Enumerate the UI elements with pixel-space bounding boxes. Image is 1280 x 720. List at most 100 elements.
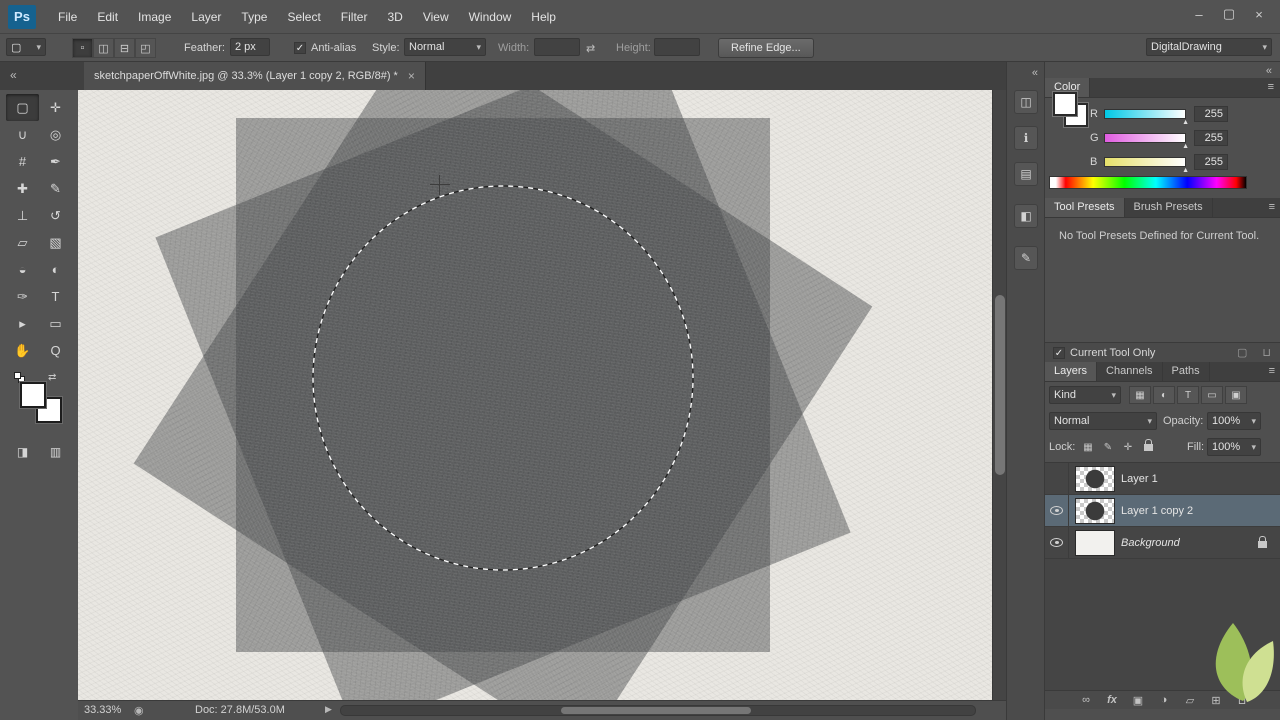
filter-shape-layers-icon[interactable]: ▭ xyxy=(1201,386,1223,404)
filter-pixel-layers-icon[interactable]: ▦ xyxy=(1129,386,1151,404)
subtract-from-selection-button[interactable]: ⊟ xyxy=(114,38,135,58)
eyedropper-tool[interactable]: ✒ xyxy=(39,148,72,175)
histogram-panel-icon[interactable]: ▤ xyxy=(1014,162,1038,186)
layer-row-layer1[interactable]: Layer 1 xyxy=(1045,462,1280,495)
blue-slider[interactable]: ▲ xyxy=(1104,157,1189,174)
add-layer-mask-icon[interactable]: ▣ xyxy=(1125,694,1151,707)
tab-layers[interactable]: Layers xyxy=(1045,362,1098,381)
slider-handle-icon[interactable]: ▲ xyxy=(1182,143,1189,150)
minimize-button[interactable]: – xyxy=(1184,2,1214,26)
visibility-toggle[interactable] xyxy=(1045,494,1069,527)
horizontal-scrollbar-thumb[interactable] xyxy=(561,707,751,714)
tab-paths[interactable]: Paths xyxy=(1162,362,1210,381)
height-input[interactable] xyxy=(654,38,700,56)
panel-menu-icon[interactable]: ≡ xyxy=(1268,81,1274,93)
lock-position-icon[interactable]: ✛ xyxy=(1119,438,1137,456)
slider-handle-icon[interactable]: ▲ xyxy=(1182,119,1189,126)
new-preset-icon[interactable]: ▢ xyxy=(1237,347,1247,359)
visibility-toggle[interactable] xyxy=(1045,526,1069,559)
menu-type[interactable]: Type xyxy=(231,0,277,34)
refine-edge-button[interactable]: Refine Edge... xyxy=(718,38,814,58)
menu-3d[interactable]: 3D xyxy=(377,0,412,34)
zoom-tool[interactable]: Q xyxy=(39,337,72,364)
rectangular-marquee-tool[interactable]: ▢ xyxy=(6,94,39,121)
width-input[interactable] xyxy=(534,38,580,56)
brush-tool[interactable]: ✎ xyxy=(39,175,72,202)
layer-thumbnail[interactable] xyxy=(1075,529,1115,556)
layer-name[interactable]: Layer 1 xyxy=(1121,473,1158,485)
filter-adjustment-layers-icon[interactable]: ◐ xyxy=(1153,386,1175,404)
new-adjustment-layer-icon[interactable]: ◑ xyxy=(1151,694,1177,706)
blur-tool[interactable]: ◒ xyxy=(6,256,39,283)
swap-colors-icon[interactable]: ⇄ xyxy=(48,372,56,383)
visibility-toggle[interactable] xyxy=(1045,462,1069,495)
kind-filter-dropdown[interactable]: Kind ▾ xyxy=(1049,386,1121,404)
vertical-scrollbar[interactable] xyxy=(992,90,1006,700)
layer-thumbnail[interactable] xyxy=(1075,497,1115,524)
menu-view[interactable]: View xyxy=(413,0,459,34)
close-document-icon[interactable]: × xyxy=(408,69,415,83)
dodge-tool[interactable]: ◐ xyxy=(39,256,72,283)
quick-mask-button[interactable]: ◨ xyxy=(6,438,39,465)
menu-select[interactable]: Select xyxy=(277,0,330,34)
red-value-input[interactable]: 255 xyxy=(1194,106,1228,122)
pen-tool[interactable]: ✑ xyxy=(6,283,39,310)
gradient-tool[interactable]: ▧ xyxy=(39,229,72,256)
lock-all-icon[interactable] xyxy=(1139,438,1157,456)
vertical-scrollbar-thumb[interactable] xyxy=(995,295,1005,475)
slider-handle-icon[interactable]: ▲ xyxy=(1182,167,1189,174)
filter-type-layers-icon[interactable]: T xyxy=(1177,386,1199,404)
history-brush-tool[interactable]: ↺ xyxy=(39,202,72,229)
status-play-icon[interactable]: ▶ xyxy=(325,704,332,715)
lasso-tool[interactable]: ∪ xyxy=(6,121,39,148)
clone-stamp-tool[interactable]: ⊥ xyxy=(6,202,39,229)
horizontal-scrollbar[interactable] xyxy=(340,705,976,716)
lock-image-pixels-icon[interactable]: ✎ xyxy=(1099,438,1117,456)
panel-menu-icon[interactable]: ≡ xyxy=(1269,201,1275,213)
tab-tool-presets[interactable]: Tool Presets xyxy=(1045,198,1125,217)
close-button[interactable]: × xyxy=(1244,2,1274,26)
anti-alias-control[interactable]: ✓ Anti-alias xyxy=(294,38,356,58)
panel-menu-icon[interactable]: ≡ xyxy=(1269,365,1275,377)
layer-thumbnail[interactable] xyxy=(1075,465,1115,492)
restore-button[interactable]: ▢ xyxy=(1214,2,1244,26)
layer-row-layer1-copy2[interactable]: Layer 1 copy 2 xyxy=(1045,494,1280,527)
lock-transparent-pixels-icon[interactable]: ▦ xyxy=(1079,438,1097,456)
layer-effects-icon[interactable]: fx xyxy=(1099,694,1125,706)
screen-mode-button[interactable]: ▥ xyxy=(39,438,72,465)
layer-name[interactable]: Layer 1 copy 2 xyxy=(1121,505,1193,517)
move-tool[interactable]: ✛ xyxy=(39,94,72,121)
menu-image[interactable]: Image xyxy=(128,0,181,34)
document-tab[interactable]: sketchpaperOffWhite.jpg @ 33.3% (Layer 1… xyxy=(84,62,426,90)
menu-help[interactable]: Help xyxy=(521,0,566,34)
intersect-selection-button[interactable]: ◰ xyxy=(135,38,156,58)
style-dropdown[interactable]: Normal ▾ xyxy=(404,38,486,56)
collapse-chevrons-icon[interactable]: « xyxy=(10,68,17,82)
document-canvas[interactable] xyxy=(78,90,992,700)
properties-panel-icon[interactable]: ✎ xyxy=(1014,246,1038,270)
green-value-input[interactable]: 255 xyxy=(1194,130,1228,146)
eraser-tool[interactable]: ▱ xyxy=(6,229,39,256)
tab-channels[interactable]: Channels xyxy=(1097,362,1163,381)
zoom-level[interactable]: 33.33% xyxy=(84,704,121,716)
workspace-switcher[interactable]: DigitalDrawing ▾ xyxy=(1146,38,1272,56)
link-layers-icon[interactable]: ∞ xyxy=(1073,694,1099,706)
filter-smart-objects-icon[interactable]: ▣ xyxy=(1225,386,1247,404)
layer-row-background[interactable]: Background xyxy=(1045,526,1280,559)
menu-layer[interactable]: Layer xyxy=(181,0,231,34)
delete-preset-icon[interactable]: ⊔ xyxy=(1262,347,1271,359)
menu-file[interactable]: File xyxy=(48,0,87,34)
info-panel-icon[interactable]: ℹ xyxy=(1014,126,1038,150)
crop-tool[interactable]: # xyxy=(6,148,39,175)
menu-edit[interactable]: Edit xyxy=(87,0,128,34)
green-slider[interactable]: ▲ xyxy=(1104,133,1189,150)
canvas-area[interactable] xyxy=(78,90,1006,700)
color-spectrum-ramp[interactable] xyxy=(1049,176,1247,189)
red-slider[interactable]: ▲ xyxy=(1104,109,1189,126)
spot-healing-tool[interactable]: ✚ xyxy=(6,175,39,202)
tab-brush-presets[interactable]: Brush Presets xyxy=(1124,198,1213,217)
swap-dimensions-icon[interactable]: ⇄ xyxy=(586,38,595,58)
feather-input[interactable]: 2 px xyxy=(230,38,270,56)
type-tool[interactable]: T xyxy=(39,283,72,310)
path-selection-tool[interactable]: ▸ xyxy=(6,310,39,337)
